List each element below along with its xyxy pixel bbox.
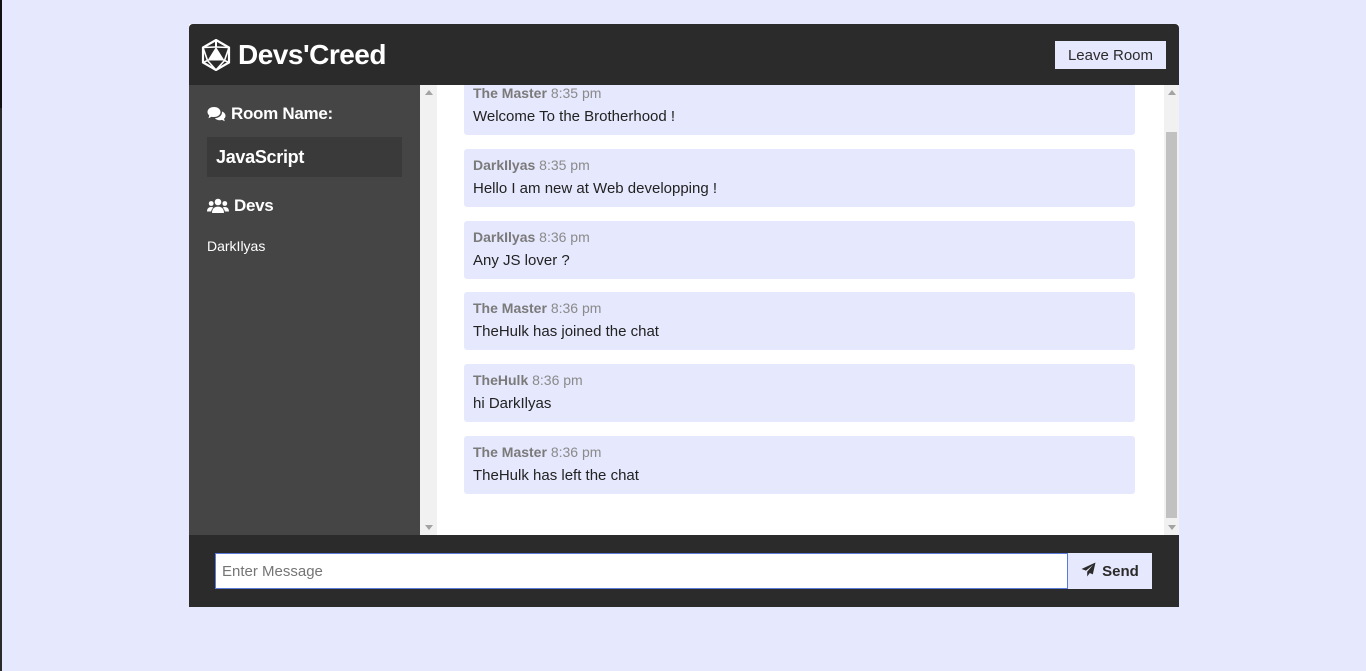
scrollbar-thumb[interactable] — [1166, 132, 1177, 518]
message-author: DarkIlyas — [473, 157, 536, 173]
page-left-edge-dark — [0, 0, 2, 108]
message-meta: DarkIlyas 8:35 pm — [473, 157, 590, 173]
message-text: TheHulk has joined the chat — [473, 323, 659, 340]
message-time: 8:36 pm — [550, 300, 602, 316]
message-time: 8:36 pm — [539, 229, 590, 245]
room-name-value: JavaScript — [207, 137, 402, 177]
message-text: hi DarkIlyas — [473, 395, 552, 412]
message-author: The Master — [473, 300, 547, 316]
leave-room-button[interactable]: Leave Room — [1055, 41, 1166, 69]
devs-label: Devs — [234, 196, 274, 215]
messages-scrollbar[interactable] — [1164, 85, 1179, 535]
message-author: DarkIlyas — [473, 229, 536, 245]
message-author: The Master — [473, 444, 547, 460]
message: The Master 8:36 pm TheHulk has joined th… — [464, 292, 1135, 350]
comments-icon — [207, 106, 226, 122]
message-input[interactable] — [215, 553, 1068, 589]
message-time: 8:35 pm — [550, 85, 602, 101]
sidebar-scrollbar[interactable] — [420, 85, 437, 535]
paper-plane-icon — [1081, 562, 1096, 581]
message: The Master 8:35 pm Welcome To the Brothe… — [464, 85, 1135, 135]
chat-messages: The Master 8:35 pm Welcome To the Brothe… — [437, 85, 1164, 535]
message-text: Hello I am new at Web developping ! — [473, 180, 718, 197]
user-list-item: DarkIlyas — [207, 238, 266, 254]
logo: Devs'Creed — [200, 38, 386, 72]
devs-heading: Devs — [207, 196, 274, 216]
message-author: TheHulk — [473, 372, 529, 388]
chat-header: Devs'Creed Leave Room — [189, 24, 1179, 85]
scroll-down-arrow-icon[interactable] — [424, 525, 433, 530]
logo-text: Devs'Creed — [238, 39, 386, 70]
send-button[interactable]: Send — [1068, 553, 1152, 589]
scroll-up-arrow-icon[interactable] — [424, 90, 433, 95]
message-time: 8:35 pm — [539, 157, 590, 173]
message-text: Any JS lover ? — [473, 252, 570, 269]
message-meta: The Master 8:35 pm — [473, 85, 601, 101]
send-label: Send — [1102, 562, 1139, 580]
message: DarkIlyas 8:35 pm Hello I am new at Web … — [464, 149, 1135, 207]
users-icon — [207, 198, 229, 214]
message-meta: TheHulk 8:36 pm — [473, 372, 583, 388]
message-text: Welcome To the Brotherhood ! — [473, 108, 676, 125]
chat-form: Send — [189, 535, 1179, 607]
message-time: 8:36 pm — [532, 372, 583, 388]
chat-container: Devs'Creed Leave Room Room Name: JavaScr… — [189, 24, 1179, 607]
message-time: 8:36 pm — [550, 444, 602, 460]
sidebar: Room Name: JavaScript Devs DarkIlyas — [189, 85, 420, 535]
message: The Master 8:36 pm TheHulk has left the … — [464, 436, 1135, 494]
room-name-label: Room Name: — [231, 104, 333, 123]
message-meta: The Master 8:36 pm — [473, 444, 601, 460]
room-name-heading: Room Name: — [207, 104, 333, 124]
message: TheHulk 8:36 pm hi DarkIlyas — [464, 364, 1135, 422]
message-text: TheHulk has left the chat — [473, 467, 639, 484]
message-meta: DarkIlyas 8:36 pm — [473, 229, 590, 245]
scroll-down-arrow-icon[interactable] — [1167, 525, 1176, 530]
message: DarkIlyas 8:36 pm Any JS lover ? — [464, 221, 1135, 279]
message-meta: The Master 8:36 pm — [473, 300, 601, 316]
message-author: The Master — [473, 85, 547, 101]
d20-dice-icon — [200, 38, 232, 72]
scroll-up-arrow-icon[interactable] — [1167, 90, 1176, 95]
